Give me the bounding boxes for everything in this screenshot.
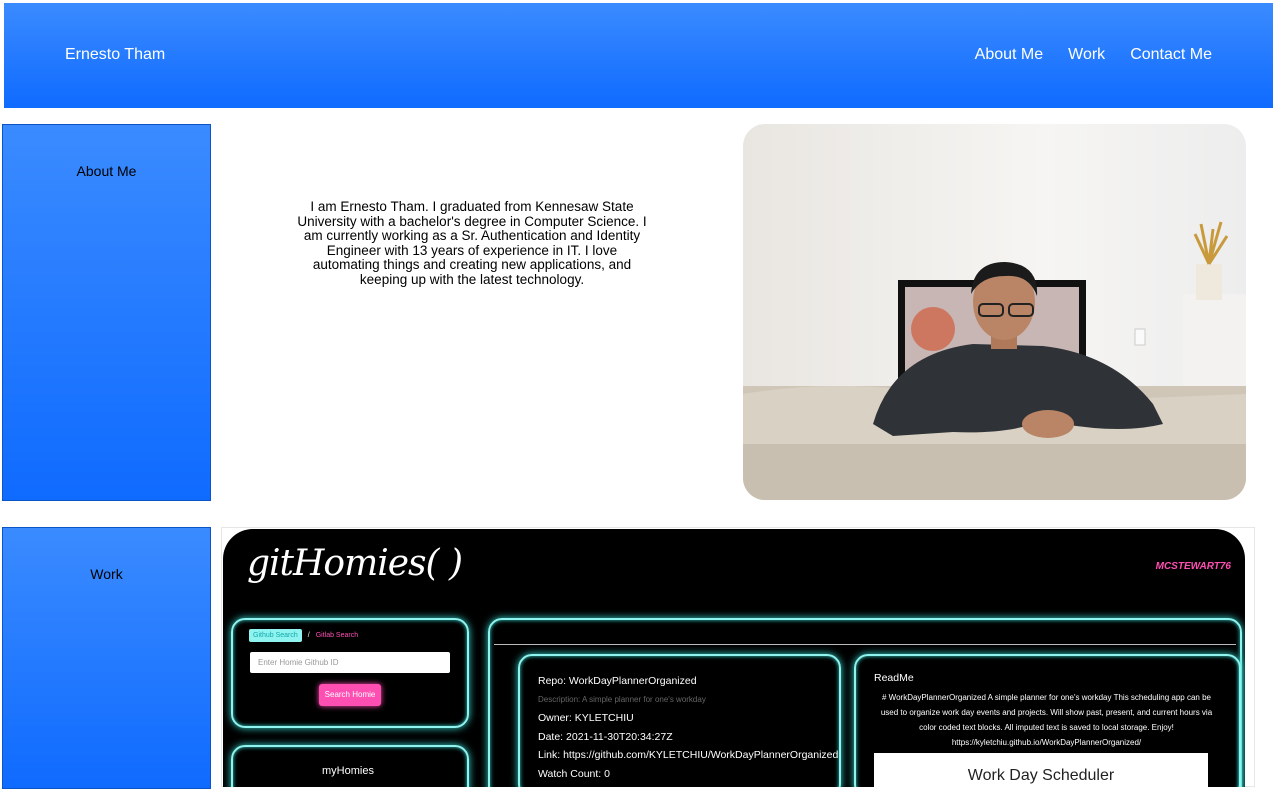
repo-details: Repo: WorkDayPlannerOrganized Descriptio…: [538, 672, 838, 783]
nav-work[interactable]: Work: [1068, 46, 1105, 64]
main-nav: About Me Work Contact Me: [975, 46, 1212, 64]
githomies-logo: gitHomies( ): [247, 543, 463, 584]
work-project-screenshot[interactable]: gitHomies( ) MCSTEWART76 Github Search /…: [221, 527, 1255, 787]
repo-name: Repo: WorkDayPlannerOrganized: [538, 675, 697, 687]
tab-separator: /: [307, 632, 310, 639]
githomies-username: MCSTEWART76: [1155, 561, 1231, 572]
search-homie-button: Search Homie: [319, 684, 381, 706]
repo-date: Date: 2021-11-30T20:34:27Z: [538, 730, 673, 743]
homie-id-input: Enter Homie Github ID: [250, 652, 450, 673]
readme-preview-title: Work Day Scheduler: [967, 767, 1115, 784]
about-me-heading: About Me: [76, 163, 137, 179]
nav-contact-me[interactable]: Contact Me: [1130, 46, 1212, 64]
repo-description: Description: A simple planner for one's …: [538, 694, 706, 704]
profile-photo: [743, 124, 1246, 500]
results-divider: [494, 644, 1236, 645]
tab-gitlab-search: Gitlab Search: [315, 632, 359, 639]
about-me-text: I am Ernesto Tham. I graduated from Kenn…: [297, 199, 647, 287]
search-tabs: Github Search / Gitlab Search: [249, 629, 358, 642]
readme-section: ReadMe # WorkDayPlannerOrganized A simpl…: [874, 672, 1219, 750]
work-heading: Work: [90, 566, 123, 582]
about-me-sidebar: About Me: [2, 124, 211, 501]
readme-title: ReadMe: [874, 672, 914, 684]
site-header: Ernesto Tham About Me Work Contact Me: [4, 3, 1273, 108]
profile-photo-image: [743, 124, 1246, 500]
site-brand[interactable]: Ernesto Tham: [65, 46, 165, 64]
githomies-app-preview: gitHomies( ) MCSTEWART76 Github Search /…: [223, 529, 1245, 787]
readme-preview-card: Work Day Scheduler: [874, 753, 1208, 787]
repo-link: Link: https://github.com/KYLETCHIU/WorkD…: [538, 749, 839, 761]
tab-github-search: Github Search: [249, 629, 302, 642]
repo-watch-count: Watch Count: 0: [538, 767, 610, 780]
work-sidebar: Work: [2, 527, 211, 789]
nav-about-me[interactable]: About Me: [975, 46, 1043, 64]
myhomies-title: myHomies: [322, 765, 374, 777]
repo-owner: Owner: KYLETCHIU: [538, 712, 634, 724]
readme-body: # WorkDayPlannerOrganized A simple plann…: [880, 693, 1213, 747]
